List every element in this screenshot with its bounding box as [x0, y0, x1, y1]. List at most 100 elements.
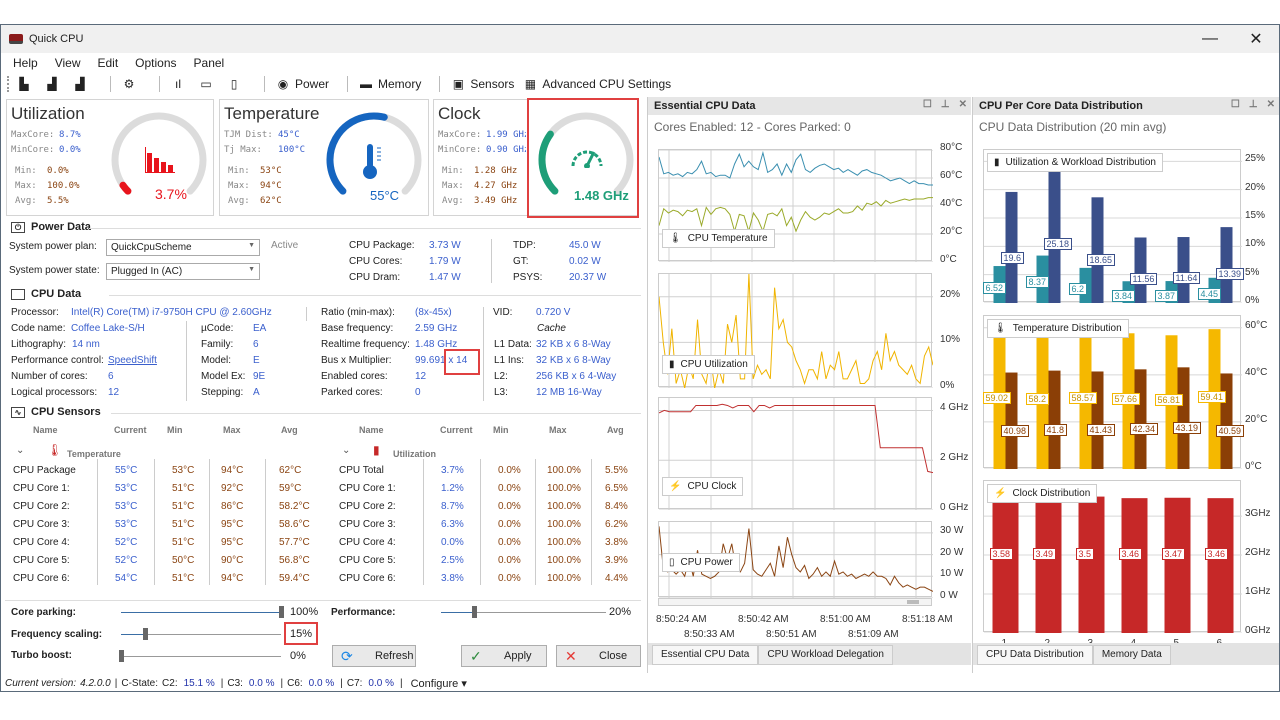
chevron-down-icon: ▼	[248, 266, 255, 273]
data-label: 59.41	[1197, 391, 1227, 404]
panel-title: CPU Per Core Data Distribution	[979, 100, 1143, 112]
memory-button[interactable]: ▬ Memory	[358, 77, 421, 91]
slider-thumb[interactable]	[472, 606, 477, 618]
tab-memory-data[interactable]: Memory Data	[1092, 645, 1171, 665]
column-header: Max	[549, 425, 567, 435]
close-button[interactable]: ✕ Close	[556, 645, 641, 667]
l3-label: L3:	[494, 387, 508, 398]
sensor-icon: ▣	[452, 77, 465, 91]
cpu-data-title: CPU Data	[31, 288, 82, 300]
bar-chart-icon: ▮	[373, 443, 380, 457]
model-label: Model:	[201, 355, 232, 366]
power-state-select[interactable]: Plugged In (AC) ▼	[106, 263, 260, 280]
close-icon[interactable]: ✕	[959, 99, 967, 110]
chevron-down-icon[interactable]: ⌄	[16, 445, 24, 456]
menu-edit[interactable]: Edit	[97, 56, 118, 70]
maximize-icon[interactable]: ☐	[1231, 99, 1240, 110]
sensor-min: 0.0%	[498, 555, 521, 566]
advanced-cpu-settings-button[interactable]: ▦ Advanced CPU Settings	[522, 77, 671, 91]
title-bar: Quick CPU — ✕	[1, 25, 1279, 53]
tab-strip: CPU Data Distribution Memory Data	[973, 643, 1279, 665]
chart-gear-icon: ıl	[175, 77, 181, 91]
tab-essential-cpu-data[interactable]: Essential CPU Data	[652, 645, 759, 665]
close-window-button[interactable]: ✕	[1233, 25, 1279, 53]
maximize-icon[interactable]: ☐	[923, 99, 932, 110]
sensor-name: CPU Core 3:	[339, 519, 396, 530]
power-label: Power	[295, 77, 330, 91]
data-label: 42.34	[1129, 423, 1159, 436]
sensor-max: 100.0%	[547, 537, 581, 548]
enabled-cores-value: 12	[415, 371, 427, 382]
bar-chart-2-button[interactable]: ▟	[44, 77, 64, 91]
apply-button[interactable]: ✓ Apply	[461, 645, 547, 667]
slider-thumb[interactable]	[143, 628, 148, 640]
tab-cpu-data-distribution[interactable]: CPU Data Distribution	[977, 645, 1093, 665]
sensor-min: 51°C	[172, 501, 195, 512]
pin-icon[interactable]: ⊥	[1249, 99, 1258, 110]
menu-options[interactable]: Options	[135, 56, 176, 70]
slider-thumb[interactable]	[119, 650, 124, 662]
avg-label: Avg:	[442, 196, 464, 206]
family-value: 6	[253, 339, 259, 350]
c7-value: 0.0 %	[368, 678, 394, 689]
menu-panel[interactable]: Panel	[194, 56, 225, 70]
power-plan-select[interactable]: QuickCpuScheme ▼	[106, 239, 260, 256]
chevron-down-icon[interactable]: ⌄	[342, 445, 350, 456]
temperature-panel: Temperature TJM Dist: 45°C Tj Max: 100°C…	[219, 99, 429, 216]
configure-dropdown[interactable]: Configure ▾	[411, 677, 467, 690]
turbo-boost-slider[interactable]	[119, 650, 281, 662]
sensor-current: 1.2%	[441, 483, 464, 494]
l1-ins-label: L1 Ins:	[494, 355, 525, 366]
essential-cpu-data-panel: Essential CPU Data ☐ ⊥ ✕ Cores Enabled: 12…	[647, 97, 971, 673]
performance-slider[interactable]	[441, 606, 606, 618]
thermometer-icon: 🌡	[669, 233, 682, 244]
toolbar-grip[interactable]	[7, 76, 10, 92]
bar-clock	[1164, 497, 1191, 633]
messages-button[interactable]: ▭	[198, 77, 218, 91]
series-line-temp-min	[658, 197, 933, 234]
log-button[interactable]: ▯	[226, 77, 246, 91]
cores-label: Number of cores:	[11, 371, 88, 382]
close-icon[interactable]: ✕	[1267, 99, 1275, 110]
y-tick-label: 2GHz	[1245, 547, 1271, 559]
minimize-button[interactable]: —	[1187, 25, 1233, 53]
core-parking-slider[interactable]	[121, 606, 284, 618]
perf-control-label: Performance control:	[11, 355, 104, 366]
tab-cpu-workload-delegation[interactable]: CPU Workload Delegation	[758, 645, 893, 665]
refresh-button[interactable]: ⟳ Refresh	[332, 645, 416, 667]
y-tick-label: 30 W	[940, 524, 964, 536]
power-button[interactable]: ◉ Power	[275, 77, 329, 91]
sensor-max: 100.0%	[547, 555, 581, 566]
avg-value: 62°C	[260, 196, 282, 206]
l3-value: 12 MB 16-Way	[536, 387, 602, 398]
data-label: 3.5	[1075, 548, 1095, 561]
scrollbar-thumb[interactable]	[907, 600, 919, 604]
bar-workload	[1220, 227, 1233, 303]
slider-thumb[interactable]	[279, 606, 284, 618]
monitor-settings-button[interactable]: ıl	[170, 77, 190, 91]
column-divider	[423, 459, 424, 585]
family-label: Family:	[201, 339, 234, 350]
menu-help[interactable]: Help	[13, 56, 38, 70]
memory-label: Memory	[378, 77, 422, 91]
bar-chart-1-button[interactable]: ▙	[16, 77, 36, 91]
pin-icon[interactable]: ⊥	[941, 99, 950, 110]
utilization-value: 3.7%	[155, 186, 187, 202]
data-label: 6.2	[1068, 282, 1088, 295]
sensor-max: 92°C	[221, 483, 244, 494]
frequency-scaling-slider[interactable]	[121, 628, 281, 640]
data-label: 41.43	[1086, 424, 1116, 437]
power-state-value: Plugged In (AC)	[111, 266, 183, 277]
sensors-button[interactable]: ▣ Sensors	[450, 77, 515, 91]
sensor-max: 94°C	[221, 465, 244, 476]
chart-scrollbar[interactable]	[658, 598, 932, 606]
stepping-label: Stepping:	[201, 387, 244, 398]
panel-header: Essential CPU Data ☐ ⊥ ✕	[648, 97, 971, 115]
y-tick-label: 10 W	[940, 568, 964, 580]
menu-view[interactable]: View	[55, 56, 81, 70]
parked-cores-label: Parked cores:	[321, 387, 383, 398]
sensor-min: 50°C	[172, 555, 195, 566]
bar-chart-3-button[interactable]: ▟	[72, 77, 92, 91]
speedshift-link[interactable]: SpeedShift	[108, 355, 157, 366]
settings-button[interactable]: ⚙	[121, 77, 141, 91]
